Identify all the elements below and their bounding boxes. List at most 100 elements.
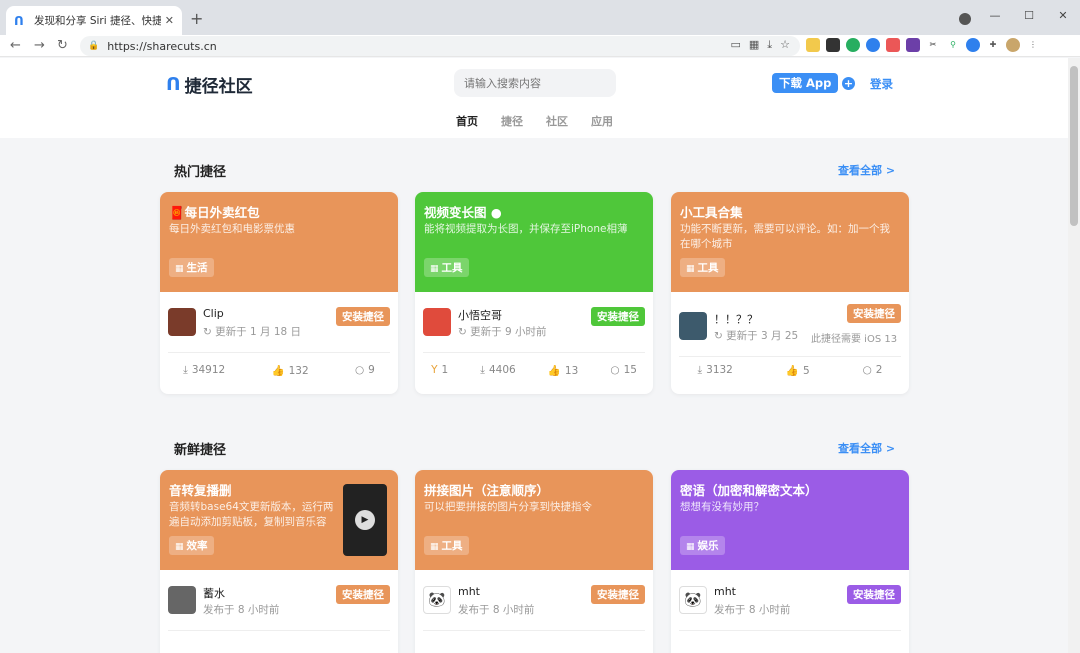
verified-icon: ● [490, 205, 502, 220]
address-bar[interactable]: 🔒 https://sharecuts.cn ▭ ▦ ⤓ ☆ [80, 36, 800, 56]
likes-stat[interactable]: 👍 13 [548, 364, 578, 377]
updated-time: ↻ 更新于 9 小时前 [458, 326, 547, 338]
download-icon: ⤓ [697, 364, 703, 376]
downloads-stat: ⤓ 34912 [183, 364, 226, 376]
download-icon: ⤓ [183, 364, 188, 376]
install-button[interactable]: 安装捷径 [336, 585, 390, 604]
maximize-icon[interactable]: ☐ [1012, 9, 1046, 22]
author-name[interactable]: mht [714, 585, 736, 598]
logo-icon: ᑎ [166, 74, 181, 95]
shortcut-card[interactable]: 密语（加密和解密文本） 想想有没有妙用？ ▦ 娱乐 🐼 mht 发布于 8 小时前… [671, 470, 909, 653]
install-button[interactable]: 安装捷径 [847, 585, 901, 604]
card-title: 密语（加密和解密文本） [680, 483, 818, 498]
avatar[interactable] [168, 308, 196, 336]
downloads-stat: ⤓ 3132 [697, 364, 733, 376]
shortcut-card[interactable]: 小工具合集 功能不断更新，需要可以评论。如：加一个我在哪个城市 ▦ 工具 ！！？？… [671, 192, 909, 394]
minimize-icon[interactable]: — [978, 9, 1012, 22]
play-icon[interactable]: ▶ [355, 510, 375, 530]
panda-avatar-icon[interactable]: 🐼 [679, 586, 707, 614]
avatar[interactable] [168, 586, 196, 614]
nav-shortcuts[interactable]: 捷径 [501, 113, 523, 129]
install-icon[interactable]: ⤓ [767, 38, 772, 52]
extension-icon[interactable] [866, 38, 880, 52]
author-name[interactable]: 蓄水 [203, 585, 225, 601]
comments-stat[interactable]: ○ 2 [863, 364, 883, 377]
shortcut-card[interactable]: 拼接图片（注意顺序） 可以把要拼接的图片分享到快捷指令 ▦ 工具 🐼 mht 发布… [415, 470, 653, 653]
nav-home[interactable]: 首页 [456, 113, 478, 129]
install-button[interactable]: 安装捷径 [336, 307, 390, 326]
more-menu-icon[interactable]: ⋮ [1026, 38, 1040, 52]
avatar-icon[interactable] [1006, 38, 1020, 52]
extension-icon[interactable]: ⚲ [946, 38, 960, 52]
likes-stat[interactable]: 👍 5 [786, 364, 810, 377]
scrollbar[interactable] [1068, 58, 1080, 653]
site-logo[interactable]: ᑎ 捷径社区 [166, 72, 253, 97]
category-tag[interactable]: ▦ 工具 [680, 258, 725, 277]
extension-icon[interactable] [826, 38, 840, 52]
add-icon[interactable]: + [842, 77, 855, 90]
shortcut-card[interactable]: 音转复播删 音频转base64文更新版本，运行两遍自动添加剪贴板，复制到音乐容 … [160, 470, 398, 653]
nav-apps[interactable]: 应用 [591, 113, 613, 129]
likes-stat[interactable]: 👍 132 [272, 364, 309, 377]
new-tab-icon[interactable]: + [190, 9, 203, 28]
extension-icon[interactable] [846, 38, 860, 52]
card-title: 小工具合集 [680, 205, 743, 220]
avatar[interactable] [423, 308, 451, 336]
close-tab-icon[interactable]: ✕ [165, 14, 174, 27]
comments-stat[interactable]: ○ 15 [610, 364, 637, 377]
puzzle-icon[interactable]: ✚ [986, 38, 1000, 52]
thumbs-up-icon: 👍 [271, 365, 285, 377]
comment-icon: ○ [610, 364, 620, 376]
extension-icon[interactable] [806, 38, 820, 52]
category-tag[interactable]: ▦ 娱乐 [680, 536, 725, 555]
download-app-button[interactable]: 下载 App [772, 73, 839, 93]
panda-avatar-icon[interactable]: 🐼 [423, 586, 451, 614]
extension-icon[interactable] [906, 38, 920, 52]
grid-icon: ▦ [175, 264, 184, 274]
reload-icon[interactable]: ↻ [57, 38, 68, 53]
install-button[interactable]: 安装捷径 [591, 585, 645, 604]
extension-icon[interactable]: ✂ [926, 38, 940, 52]
search-input[interactable] [454, 69, 616, 97]
install-button[interactable]: 安装捷径 [591, 307, 645, 326]
bookmark-star-icon[interactable]: ☆ [780, 38, 790, 52]
forward-icon[interactable]: → [34, 38, 45, 53]
tab-title: 发现和分享 Siri 捷径、快捷指令 [34, 15, 161, 27]
downloads-stat: ⤓ 4406 [480, 364, 516, 376]
ios-requirement-note: 此捷径需要 iOS 13 [811, 334, 898, 345]
shortcut-card[interactable]: 🧧每日外卖红包 每日外卖红包和电影票优惠 ▦ 生活 Clip ↻ 更新于 1 月 … [160, 192, 398, 394]
author-name[interactable]: Clip [203, 307, 224, 320]
comments-stat[interactable]: ○ 9 [355, 364, 375, 377]
back-icon[interactable]: ← [10, 38, 21, 53]
browser-tab[interactable]: ᑎ 发现和分享 Siri 捷径、快捷指令 ✕ [6, 6, 182, 35]
cast-icon[interactable]: ▭ [730, 38, 740, 52]
category-tag[interactable]: ▦ 生活 [169, 258, 214, 277]
fresh-view-all-link[interactable]: 查看全部 > [838, 440, 895, 456]
shortcut-card[interactable]: 视频变长图 ● 能将视频提取为长图，并保存至iPhone相薄 ▦ 工具 小悟空哥 … [415, 192, 653, 394]
nav-community[interactable]: 社区 [546, 113, 568, 129]
login-link[interactable]: 登录 [870, 76, 893, 92]
author-name[interactable]: mht [458, 585, 480, 598]
hot-view-all-link[interactable]: 查看全部 > [838, 162, 895, 178]
updated-time: ↻ 更新于 3 月 25 [714, 330, 799, 342]
install-button[interactable]: 安装捷径 [847, 304, 901, 323]
qr-icon[interactable]: ▦ [749, 38, 759, 52]
scrollbar-thumb[interactable] [1070, 66, 1078, 226]
close-window-icon[interactable]: ✕ [1046, 9, 1080, 22]
author-name[interactable]: 小悟空哥 [458, 307, 502, 323]
card-title: 🧧每日外卖红包 [169, 205, 260, 220]
category-tag[interactable]: ▦ 工具 [424, 258, 469, 277]
avatar[interactable] [679, 312, 707, 340]
card-description: 每日外卖红包和电影票优惠 [169, 223, 295, 235]
window-controls: — ☐ ✕ [978, 0, 1080, 30]
category-tag[interactable]: ▦ 效率 [169, 536, 214, 555]
profile-menu-icon[interactable] [959, 13, 971, 25]
category-tag[interactable]: ▦ 工具 [424, 536, 469, 555]
extension-icon[interactable] [886, 38, 900, 52]
published-time: 发布于 8 小时前 [714, 604, 791, 616]
extension-icon[interactable] [966, 38, 980, 52]
author-name[interactable]: ！！？？ [714, 311, 758, 327]
page: ᑎ 捷径社区 下载 App + 登录 首页 捷径 社区 应用 热门捷径 查看全部… [0, 58, 1068, 653]
preview-thumbnail[interactable]: ▶ [343, 484, 387, 556]
card-stats: Y1 ⤓ 4406 👍 13 ○ 15 [415, 364, 653, 377]
